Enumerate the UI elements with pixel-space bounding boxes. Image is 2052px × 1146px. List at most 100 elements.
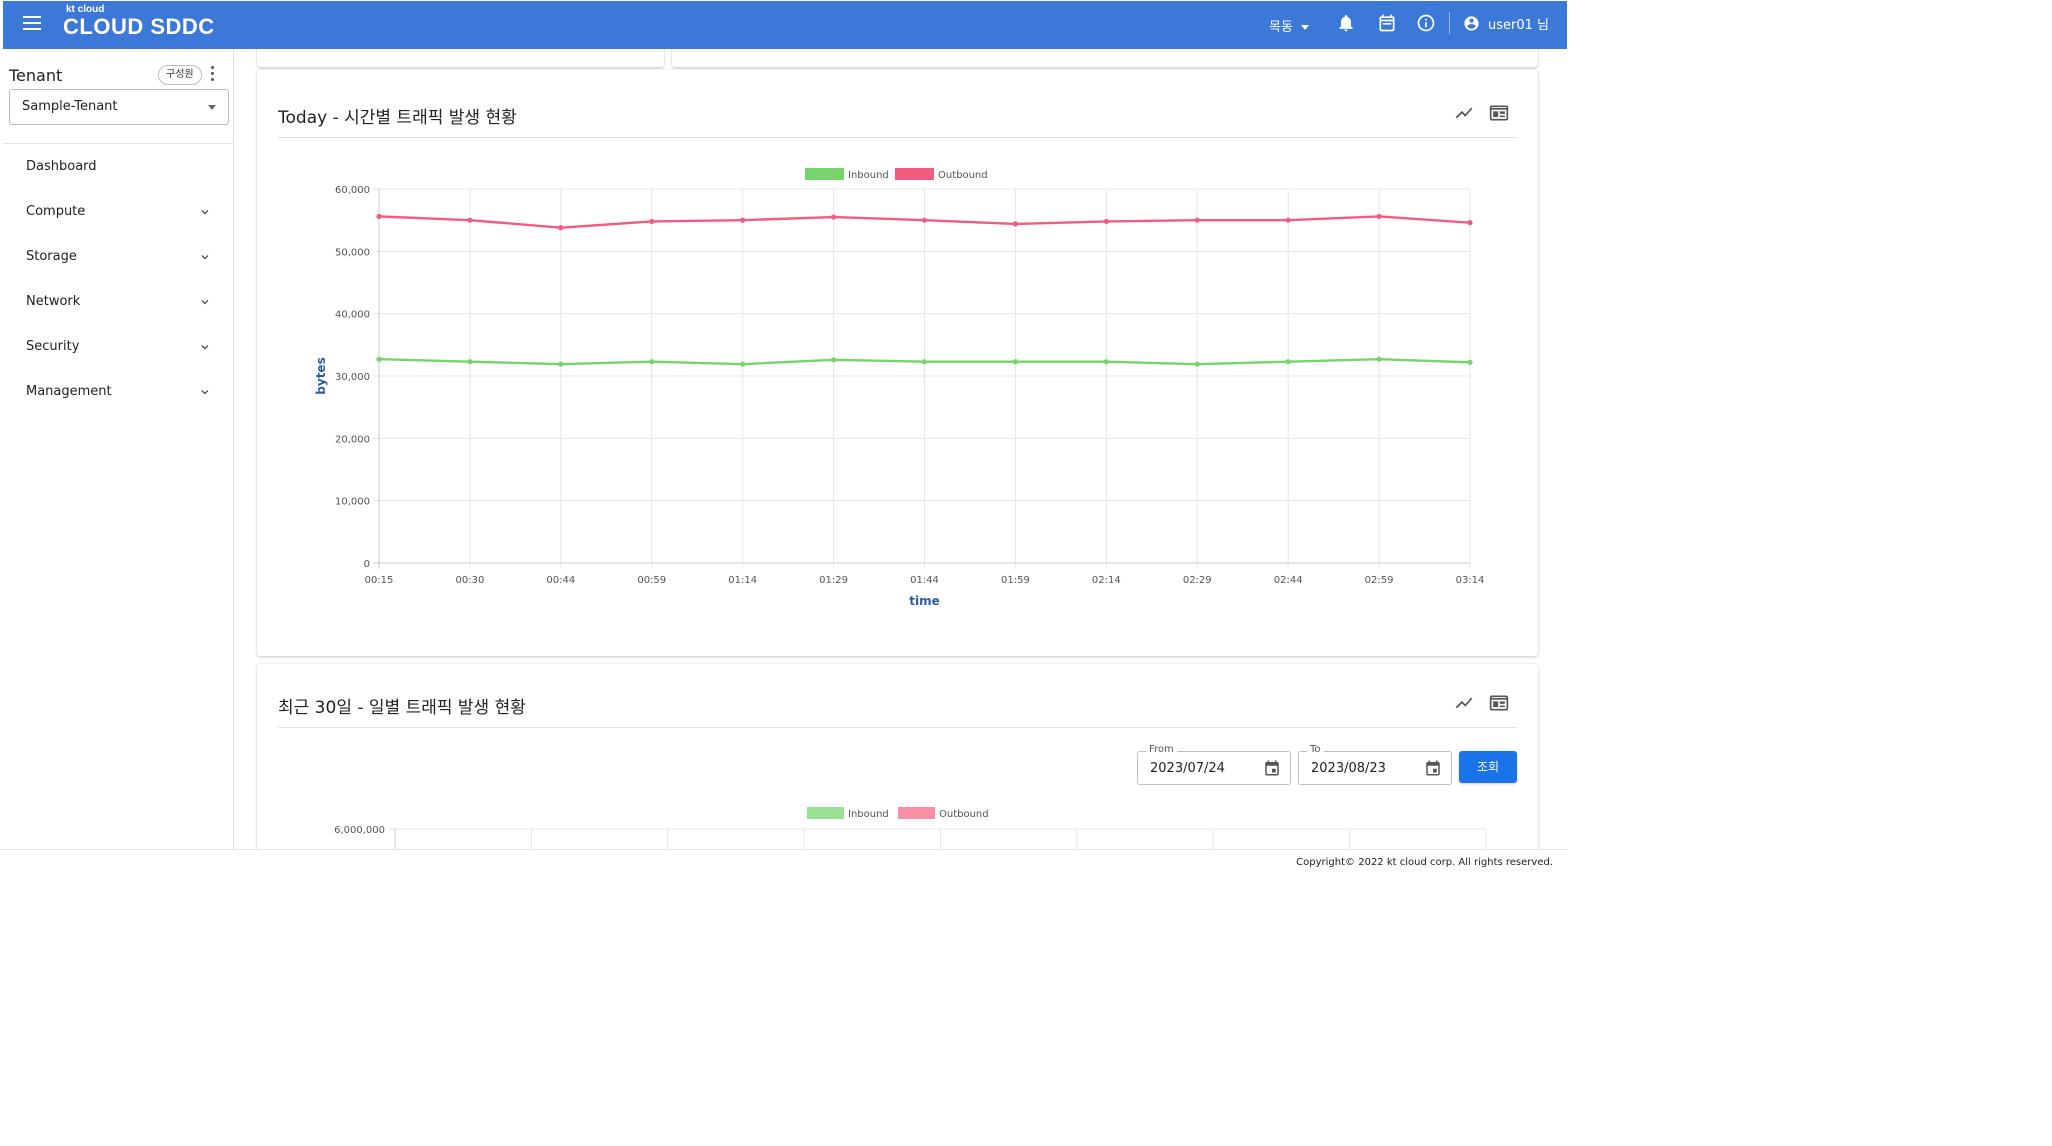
user-menu[interactable]: user01 님: [1463, 14, 1549, 33]
menu-icon[interactable]: [23, 16, 41, 30]
legend-swatch-inbound: [807, 807, 844, 819]
summary-card-right: [672, 49, 1538, 67]
sidebar-item-storage[interactable]: Storage: [3, 234, 233, 279]
data-point-inbound: [649, 359, 655, 365]
main-content: Today - 시간별 트래픽 발생 현황 0 10,000 20,000 30,00…: [234, 49, 1568, 849]
sidebar-item-label: Network: [26, 294, 81, 309]
sidebar-item-label: Compute: [26, 204, 86, 219]
y-tick-label: 0: [364, 559, 370, 570]
tenant-title: Tenant: [9, 66, 63, 85]
sidebar-item-network[interactable]: Network: [3, 279, 233, 324]
sidebar: Tenant 구성원 Sample-Tenant Dashboard Comput…: [3, 49, 234, 849]
footer: Copyright© 2022 kt cloud corp. All right…: [0, 849, 1568, 876]
top-bar: kt cloud CLOUD SDDC: [3, 1, 1567, 49]
bell-icon[interactable]: [1336, 13, 1356, 33]
daily-traffic-chart: 6,000,000 Inbound Outbound: [334, 807, 1487, 849]
info-icon[interactable]: [1416, 13, 1436, 33]
x-tick-label: 01:44: [910, 575, 939, 586]
data-point-outbound: [1194, 217, 1200, 223]
data-point-inbound: [1285, 359, 1291, 365]
today-traffic-card: Today - 시간별 트래픽 발생 현황 0 10,000 20,000 30,00…: [257, 70, 1538, 656]
chevron-down-icon: [201, 255, 209, 260]
sidebar-item-label: Security: [26, 339, 80, 354]
data-point-inbound: [558, 361, 564, 367]
data-point-outbound: [1285, 217, 1291, 223]
data-point-inbound: [740, 361, 746, 367]
y-tick-label: 60,000: [335, 185, 370, 196]
data-point-inbound: [376, 356, 382, 362]
data-point-inbound: [467, 359, 473, 365]
sidebar-item-management[interactable]: Management: [3, 369, 233, 414]
data-point-outbound: [1467, 220, 1473, 226]
y-tick-label: 6,000,000: [334, 825, 385, 836]
region-select[interactable]: 목동: [1269, 16, 1309, 35]
x-tick-label: 00:44: [546, 575, 575, 586]
logo-main-text: CLOUD SDDC: [63, 14, 215, 39]
today-traffic-chart: 0 10,000 20,000 30,000 40,000 50,000 60,000 00:…: [314, 168, 1485, 608]
x-tick-label: 00:15: [365, 575, 394, 586]
logo[interactable]: kt cloud CLOUD SDDC: [63, 4, 215, 39]
x-axis-title: time: [909, 594, 940, 608]
y-tick-label: 10,000: [335, 497, 370, 508]
tenant-select[interactable]: Sample-Tenant: [9, 89, 229, 125]
data-point-outbound: [376, 213, 382, 220]
legend-swatch-outbound: [898, 807, 935, 819]
sidebar-item-label: Dashboard: [26, 159, 97, 174]
sidebar-item-label: Storage: [26, 249, 77, 264]
tenant-select-value: Sample-Tenant: [22, 99, 118, 114]
data-point-inbound: [1467, 359, 1473, 365]
more-vert-icon[interactable]: [209, 66, 215, 82]
chevron-down-icon: [201, 210, 209, 215]
legend-swatch-inbound: [805, 168, 844, 180]
x-tick-label: 03:14: [1456, 575, 1485, 586]
legend-label-inbound: Inbound: [848, 809, 889, 820]
caret-down-icon: [208, 105, 216, 110]
data-point-outbound: [1103, 218, 1109, 225]
sidebar-item-label: Management: [26, 384, 112, 399]
legend-swatch-outbound: [895, 168, 934, 180]
y-axis-title: bytes: [314, 357, 328, 394]
data-point-inbound: [1103, 359, 1109, 365]
data-point-inbound: [1194, 361, 1200, 367]
x-tick-label: 02:14: [1092, 575, 1121, 586]
x-tick-label: 02:59: [1365, 575, 1394, 586]
legend-label-outbound: Outbound: [939, 809, 989, 820]
data-point-inbound: [830, 357, 837, 363]
data-point-outbound: [467, 217, 473, 223]
summary-card-left: [257, 49, 664, 67]
x-tick-label: 00:30: [456, 575, 485, 586]
member-chip-button[interactable]: 구성원: [158, 65, 202, 85]
legend-label-inbound: Inbound: [848, 170, 889, 181]
x-tick-label: 02:29: [1183, 575, 1212, 586]
data-point-outbound: [1012, 221, 1019, 227]
app-root: kt cloud CLOUD SDDC 목동 user01 님 Tenant 구…: [0, 0, 1568, 876]
chevron-down-icon: [201, 390, 209, 395]
chevron-down-icon: [201, 300, 209, 305]
calendar-icon[interactable]: [1377, 13, 1397, 33]
y-tick-label: 30,000: [335, 372, 370, 383]
x-tick-label: 01:29: [819, 575, 848, 586]
copyright-text: Copyright© 2022 kt cloud corp. All right…: [1296, 857, 1553, 868]
sidebar-item-dashboard[interactable]: Dashboard: [3, 144, 233, 189]
sidebar-nav: Dashboard Compute Storage Network Security Ma…: [3, 144, 233, 414]
sidebar-item-compute[interactable]: Compute: [3, 189, 233, 234]
legend-label-outbound: Outbound: [938, 170, 988, 181]
data-point-outbound: [740, 217, 746, 223]
toolbar-divider: [1449, 12, 1450, 34]
data-point-outbound: [921, 217, 928, 223]
data-point-outbound: [558, 225, 564, 231]
data-point-outbound: [830, 214, 837, 220]
region-label: 목동: [1269, 20, 1293, 35]
data-point-inbound: [1376, 356, 1382, 362]
data-point-outbound: [1376, 213, 1382, 220]
data-point-inbound: [1012, 359, 1019, 365]
x-tick-label: 02:44: [1274, 575, 1303, 586]
caret-down-icon: [1300, 25, 1309, 30]
y-tick-label: 50,000: [335, 247, 370, 258]
x-tick-label: 00:59: [637, 575, 666, 586]
user-name: user01 님: [1488, 18, 1549, 33]
sidebar-item-security[interactable]: Security: [3, 324, 233, 369]
x-tick-label: 01:59: [1001, 575, 1030, 586]
chevron-down-icon: [201, 345, 209, 350]
account-circle-icon: [1464, 16, 1479, 31]
